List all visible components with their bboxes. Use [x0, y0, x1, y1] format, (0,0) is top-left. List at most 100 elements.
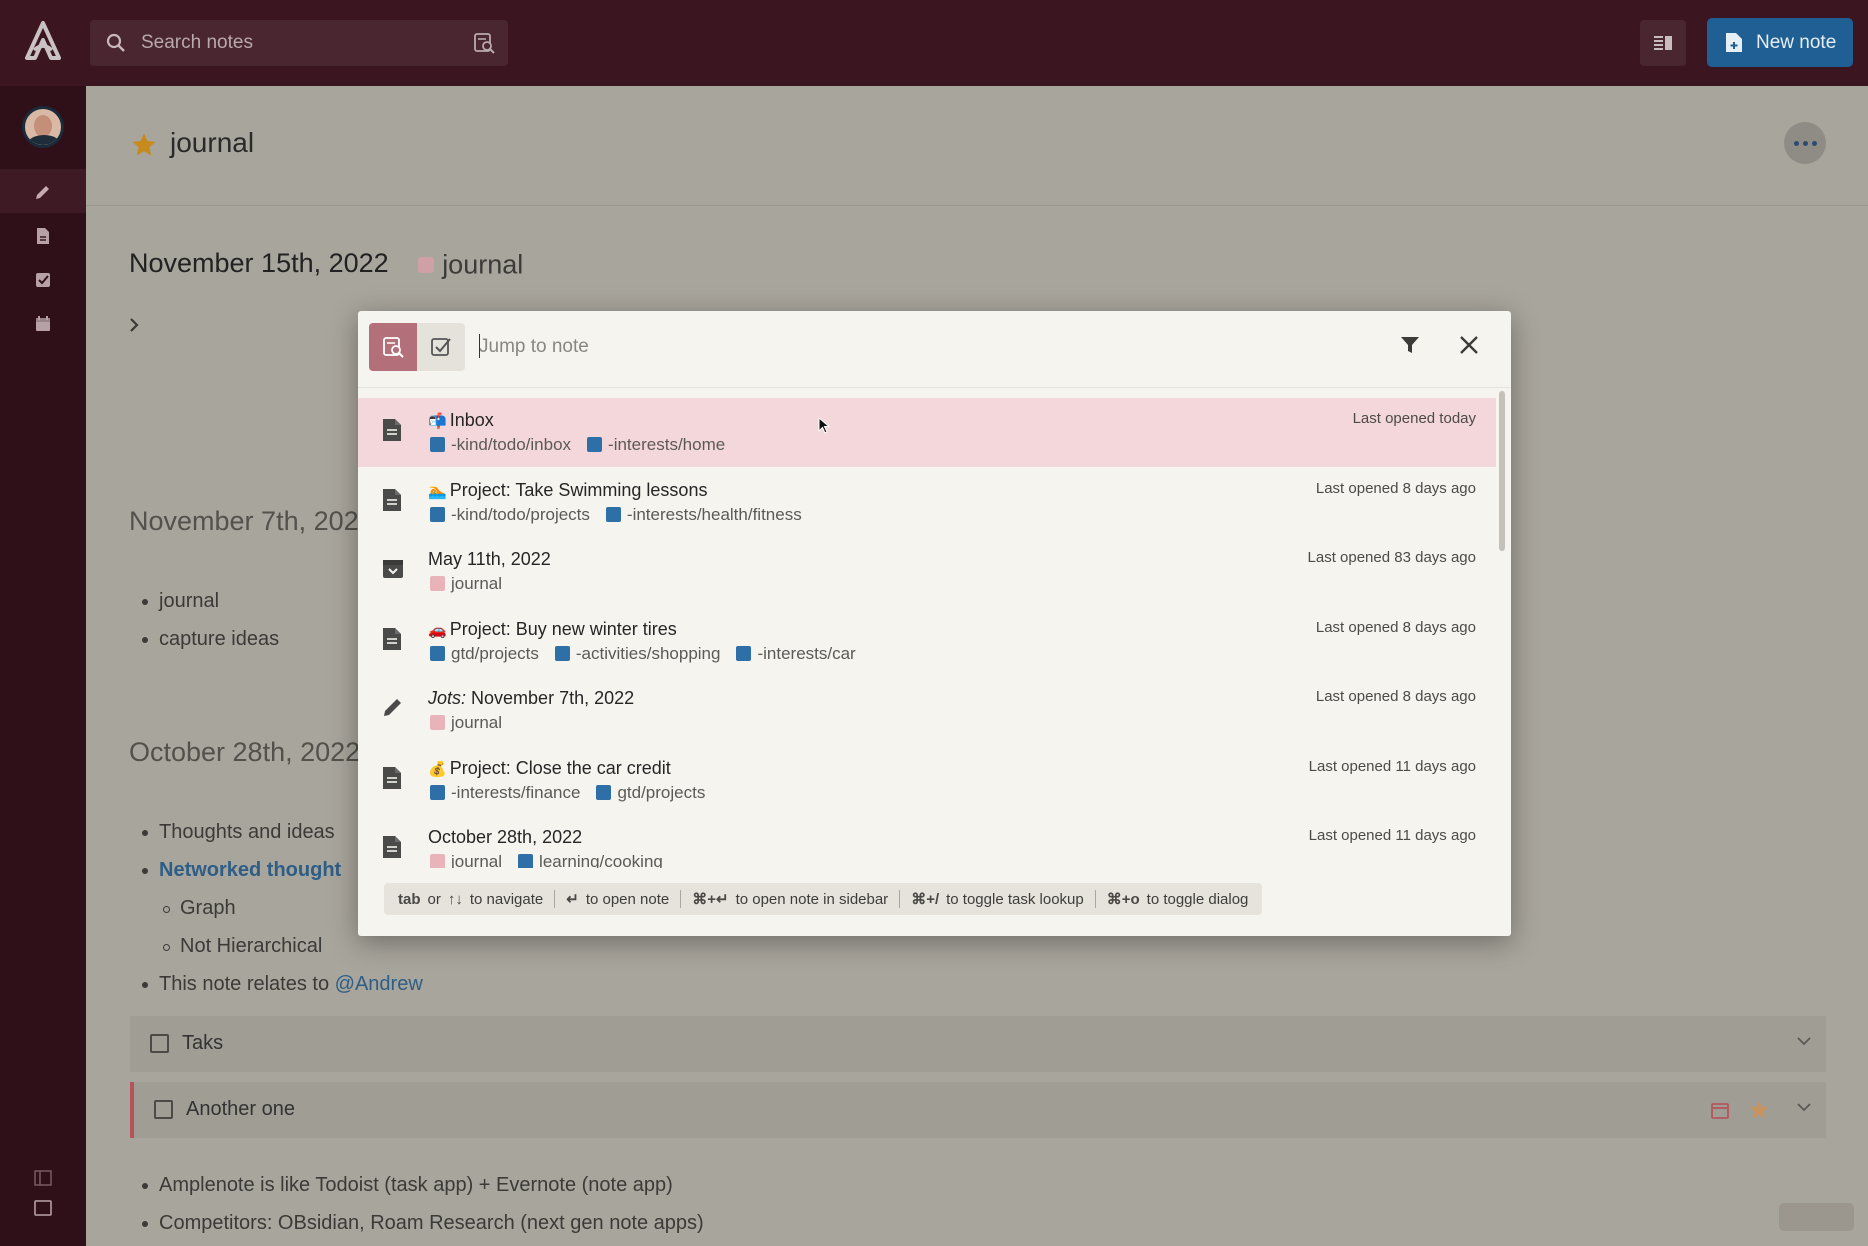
more-options-button[interactable]	[1784, 122, 1826, 164]
window-icon[interactable]	[33, 1198, 53, 1218]
section-date-heading: November 7th, 2022	[129, 506, 374, 536]
toggle-panel-button[interactable]	[1640, 20, 1686, 66]
advanced-search-icon[interactable]	[472, 31, 496, 55]
task-check-icon	[431, 338, 451, 356]
result-tag[interactable]: gtd/projects	[594, 783, 705, 802]
section-date-heading: October 28th, 2022	[129, 737, 361, 767]
result-row[interactable]: 📬 Inbox -kind/todo/inbox -interests/home Las…	[358, 398, 1496, 467]
result-tags: journal	[428, 713, 516, 733]
floating-controls[interactable]	[1779, 1203, 1854, 1231]
document-icon	[382, 488, 402, 517]
result-title: 📬 Inbox	[428, 410, 494, 430]
mention-link[interactable]: @Andrew	[335, 973, 423, 995]
result-row[interactable]: 🏊 Project: Take Swimming lessons -kind/tod…	[358, 468, 1496, 537]
chevron-down-icon[interactable]	[1796, 1102, 1812, 1112]
result-row[interactable]: October 28th, 2022 journal learning/cookin…	[358, 815, 1496, 868]
result-row[interactable]: Jots: November 7th, 2022 journal Last open…	[358, 676, 1496, 745]
search-placeholder: Search notes	[141, 32, 253, 53]
result-title: May 11th, 2022	[428, 549, 551, 569]
result-tag[interactable]: journal	[428, 713, 502, 732]
task-checkbox[interactable]	[154, 1100, 173, 1119]
keyboard-hint: ⌘+o to toggle dialog	[1106, 890, 1249, 909]
document-icon	[382, 835, 402, 864]
last-opened-time: Last opened 11 days ago	[1308, 827, 1476, 844]
star-icon[interactable]	[1748, 1099, 1770, 1121]
bullet-item[interactable]: Competitors: OBsidian, Roam Research (ne…	[142, 1212, 704, 1235]
jump-to-note-input[interactable]	[479, 329, 1279, 365]
result-tags: gtd/projects -activities/shopping -interes…	[428, 644, 870, 664]
tag-icon	[430, 715, 445, 730]
task-checkbox[interactable]	[150, 1034, 169, 1053]
note-title[interactable]: journal	[170, 127, 254, 159]
last-opened-time: Last opened 11 days ago	[1308, 757, 1476, 775]
result-row[interactable]: 💰 Project: Close the car credit -interests…	[358, 746, 1496, 815]
result-tag[interactable]: -kind/todo/inbox	[428, 435, 571, 454]
note-search-mode-button[interactable]	[369, 323, 417, 371]
jump-to-note-dialog: 📬Inbox -kind/todo/inbox -interests/home Las…	[358, 311, 1511, 936]
result-tag[interactable]: learning/cooking	[516, 852, 663, 868]
result-tag[interactable]: -activities/shopping	[553, 644, 720, 663]
result-tag[interactable]: -kind/todo/projects	[428, 505, 590, 524]
bullet-item[interactable]: capture ideas	[141, 628, 279, 651]
new-note-button[interactable]: New note	[1707, 18, 1853, 67]
result-tags: journal	[428, 574, 516, 594]
search-box[interactable]: Search notes	[90, 20, 508, 66]
tag-label[interactable]: journal	[442, 249, 523, 279]
result-tag[interactable]: -interests/finance	[428, 783, 580, 802]
note-emoji-icon: 📬	[428, 413, 447, 430]
result-tags: journal learning/cooking	[428, 852, 677, 868]
sub-bullet-item[interactable]: Not Hierarchical	[162, 935, 322, 958]
result-tag[interactable]: journal	[428, 574, 502, 593]
hint-separator	[680, 890, 682, 908]
task-label[interactable]: Another one	[186, 1098, 295, 1121]
task-label[interactable]: Taks	[182, 1032, 223, 1055]
sub-bullet-item[interactable]: Graph	[163, 897, 236, 920]
calendar-icon[interactable]	[1710, 1100, 1730, 1120]
result-row[interactable]: 🚗 Project: Buy new winter tires gtd/projec…	[358, 607, 1496, 676]
bullet-item[interactable]: This note relates to @Andrew	[142, 973, 423, 996]
bullet-item[interactable]: journal	[141, 590, 219, 613]
result-tag[interactable]: -interests/car	[734, 644, 856, 663]
chevron-right-icon[interactable]	[128, 316, 140, 334]
calendar-icon[interactable]	[33, 314, 53, 334]
amplenote-logo-icon[interactable]	[22, 20, 64, 64]
collapse-sidebar-icon[interactable]	[33, 1168, 53, 1188]
result-tag[interactable]: journal	[428, 852, 502, 868]
tag-icon	[554, 645, 570, 661]
bullet-item[interactable]: Thoughts and ideas	[142, 821, 335, 844]
last-opened-time: Last opened 83 days ago	[1307, 549, 1476, 566]
avatar[interactable]	[22, 106, 64, 148]
note-header: journal	[86, 86, 1868, 206]
star-icon[interactable]	[130, 131, 158, 159]
text-caret	[479, 334, 480, 358]
task-lookup-mode-button[interactable]	[417, 323, 465, 371]
results-scrollbar[interactable]	[1499, 391, 1505, 551]
last-opened-time: Last opened 8 days ago	[1315, 479, 1476, 497]
result-title: 🚗 Project: Buy new winter tires	[428, 618, 677, 639]
hint-separator	[554, 890, 556, 908]
result-tag[interactable]: -interests/home	[585, 435, 725, 454]
task-item[interactable]: Another one	[130, 1082, 1826, 1138]
chevron-down-icon[interactable]	[1796, 1036, 1812, 1046]
tag-icon	[587, 437, 603, 452]
close-icon[interactable]	[1457, 333, 1481, 357]
notes-icon[interactable]	[33, 226, 53, 246]
filter-icon[interactable]	[1399, 334, 1421, 356]
result-tag[interactable]: -interests/health/fitness	[604, 505, 802, 524]
relates-text: This note relates to	[159, 973, 330, 995]
pencil-icon[interactable]	[33, 182, 53, 202]
tag-icon	[736, 645, 752, 661]
networked-thought-link[interactable]: Networked thought	[141, 859, 341, 882]
results-list: 📬 Inbox -kind/todo/inbox -interests/home Las…	[358, 398, 1498, 868]
result-row[interactable]: May 11th, 2022 journal Last opened 83 days…	[358, 537, 1496, 606]
tag-icon	[605, 506, 621, 522]
title-prefix: Jots:	[428, 688, 467, 708]
panel-layout-icon	[1654, 36, 1672, 50]
bullet-item[interactable]: Amplenote is like Todoist (task app) + E…	[142, 1174, 673, 1197]
tasks-icon[interactable]	[33, 270, 53, 290]
new-note-label: New note	[1756, 32, 1837, 53]
result-tag[interactable]: gtd/projects	[428, 644, 539, 663]
task-item[interactable]: Taks	[130, 1016, 1826, 1072]
hint-separator	[899, 890, 901, 908]
search-icon	[106, 33, 125, 52]
